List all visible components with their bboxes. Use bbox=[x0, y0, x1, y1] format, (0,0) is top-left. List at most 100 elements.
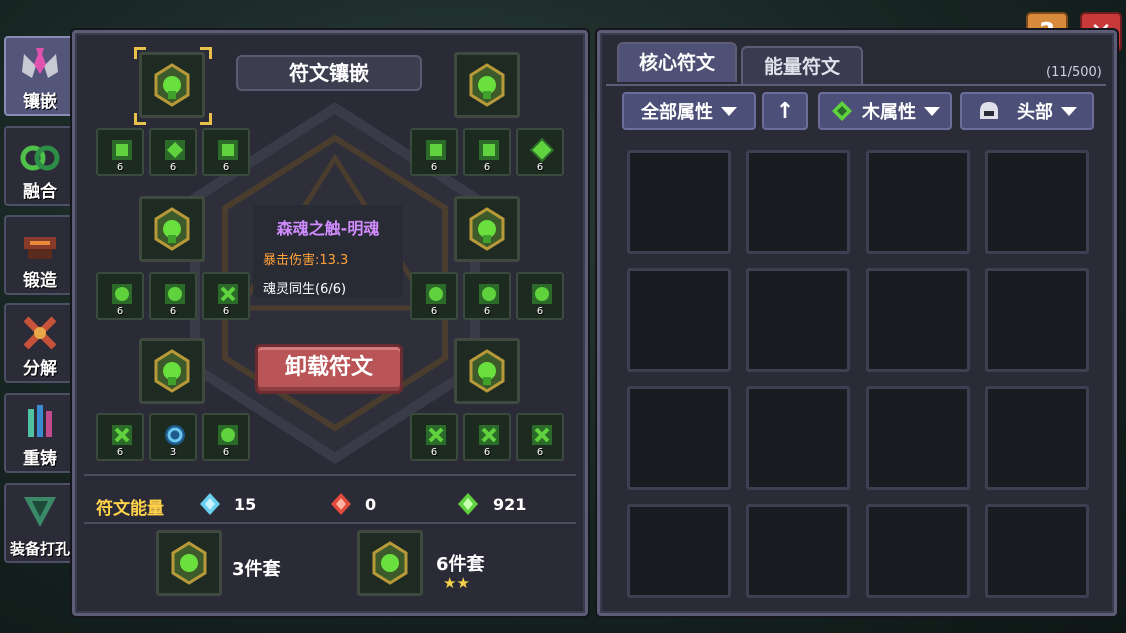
core-rune-slot[interactable] bbox=[139, 52, 205, 118]
forest-rune-icon bbox=[469, 63, 505, 107]
forest-rune-icon bbox=[469, 349, 505, 393]
rune-level: 6 bbox=[169, 162, 177, 173]
blue-energy-icon bbox=[200, 493, 220, 515]
sidebar-item-label: 锻造 bbox=[23, 271, 57, 291]
green-energy-icon bbox=[458, 493, 478, 515]
tab-underline bbox=[606, 84, 1106, 86]
sidebar-item-inlay[interactable]: 镶嵌 bbox=[4, 36, 76, 116]
energy-rune-slot[interactable]: 6 bbox=[516, 413, 564, 461]
sidebar-item-label: 重铸 bbox=[23, 449, 57, 469]
rune-level: 6 bbox=[483, 447, 491, 458]
inventory-slot[interactable] bbox=[985, 386, 1089, 490]
inventory-slot[interactable] bbox=[985, 150, 1089, 254]
sidebar-item-dismantle[interactable]: 分解 bbox=[4, 303, 76, 383]
energy-rune-slot[interactable]: 6 bbox=[149, 272, 197, 320]
core-rune-slot[interactable] bbox=[454, 196, 520, 262]
rune-level: 6 bbox=[483, 162, 491, 173]
rune-set-bonus: 魂灵同生(6/6) bbox=[263, 282, 347, 297]
energy-rune-slot[interactable]: 6 bbox=[202, 128, 250, 176]
energy-rune-slot[interactable]: 6 bbox=[516, 128, 564, 176]
tab-energy-runes[interactable]: 能量符文 bbox=[741, 46, 863, 86]
green-rune-icon bbox=[479, 284, 499, 304]
rune-level: 6 bbox=[536, 162, 544, 173]
rune-level: 6 bbox=[483, 306, 491, 317]
energy-rune-slot[interactable]: 6 bbox=[96, 128, 144, 176]
inventory-slot[interactable] bbox=[866, 504, 970, 598]
sidebar-item-label: 镶嵌 bbox=[23, 92, 57, 112]
wood-element-icon bbox=[832, 101, 852, 121]
inventory-slot[interactable] bbox=[866, 150, 970, 254]
sidebar-item-forge[interactable]: 锻造 bbox=[4, 215, 76, 295]
inventory-slot[interactable] bbox=[627, 504, 731, 598]
chevron-down-icon bbox=[924, 106, 940, 116]
energy-divider bbox=[84, 522, 576, 524]
inventory-slot[interactable] bbox=[866, 386, 970, 490]
all-attributes-dropdown[interactable]: 全部属性 bbox=[622, 92, 756, 130]
rune-name: 森魂之触-明魂 bbox=[276, 219, 380, 238]
inventory-slot[interactable] bbox=[746, 386, 850, 490]
energy-label: 符文能量 bbox=[96, 499, 164, 519]
inventory-slot[interactable] bbox=[746, 268, 850, 372]
blue-energy-value: 15 bbox=[234, 495, 257, 514]
inventory-slot[interactable] bbox=[746, 150, 850, 254]
inventory-slot[interactable] bbox=[627, 386, 731, 490]
energy-rune-slot[interactable]: 6 bbox=[410, 413, 458, 461]
element-dropdown[interactable]: 木属性 bbox=[818, 92, 952, 130]
sort-button[interactable]: ↑ bbox=[762, 92, 808, 130]
green-rune-icon bbox=[532, 284, 552, 304]
rune-level: 6 bbox=[169, 306, 177, 317]
sidebar-item-socket[interactable]: 装备打孔 bbox=[4, 483, 76, 563]
energy-rune-slot[interactable]: 6 bbox=[202, 272, 250, 320]
rune-level: 6 bbox=[116, 162, 124, 173]
green-rune-icon bbox=[426, 284, 446, 304]
energy-rune-slot[interactable]: 6 bbox=[410, 128, 458, 176]
set-3-icon[interactable] bbox=[156, 530, 222, 596]
forest-rune-icon bbox=[372, 541, 408, 585]
dropdown-label: 木属性 bbox=[862, 102, 916, 123]
energy-rune-slot[interactable]: 6 bbox=[463, 413, 511, 461]
set-6-label: 6件套 bbox=[436, 554, 485, 575]
unload-rune-button[interactable]: 卸载符文 bbox=[255, 344, 403, 394]
inventory-slot[interactable] bbox=[627, 268, 731, 372]
panel-title: 符文镶嵌 bbox=[236, 55, 422, 91]
fusion-icon bbox=[20, 145, 60, 171]
energy-rune-slot[interactable]: 6 bbox=[96, 413, 144, 461]
green-rune-icon bbox=[165, 284, 185, 304]
inventory-slot[interactable] bbox=[746, 504, 850, 598]
tab-core-runes[interactable]: 核心符文 bbox=[617, 42, 737, 82]
energy-rune-slot[interactable]: 6 bbox=[149, 128, 197, 176]
core-rune-slot[interactable] bbox=[139, 338, 205, 404]
energy-rune-slot[interactable]: 6 bbox=[516, 272, 564, 320]
inventory-slot[interactable] bbox=[985, 268, 1089, 372]
red-energy-icon bbox=[331, 493, 351, 515]
set-6-icon[interactable] bbox=[357, 530, 423, 596]
inventory-slot[interactable] bbox=[866, 268, 970, 372]
blue-rune-icon bbox=[165, 425, 185, 445]
rune-level: 6 bbox=[536, 306, 544, 317]
energy-rune-slot[interactable]: 6 bbox=[463, 272, 511, 320]
energy-rune-slot[interactable]: 6 bbox=[202, 413, 250, 461]
energy-divider bbox=[84, 474, 576, 476]
inventory-slot[interactable] bbox=[627, 150, 731, 254]
green-rune-icon bbox=[218, 140, 238, 160]
green-rune-icon bbox=[218, 425, 238, 445]
core-rune-slot[interactable] bbox=[139, 196, 205, 262]
energy-rune-slot[interactable]: 6 bbox=[96, 272, 144, 320]
rune-level: 6 bbox=[116, 447, 124, 458]
energy-rune-slot[interactable]: 6 bbox=[463, 128, 511, 176]
inlay-icon bbox=[22, 48, 58, 78]
inventory-slot[interactable] bbox=[985, 504, 1089, 598]
core-rune-slot[interactable] bbox=[454, 52, 520, 118]
sidebar-item-recast[interactable]: 重铸 bbox=[4, 393, 76, 473]
forge-icon bbox=[24, 237, 56, 259]
green-rune-icon bbox=[112, 425, 132, 445]
energy-rune-slot[interactable]: 3 bbox=[149, 413, 197, 461]
slot-dropdown[interactable]: 头部 bbox=[960, 92, 1094, 130]
energy-rune-slot[interactable]: 6 bbox=[410, 272, 458, 320]
green-rune-icon bbox=[165, 140, 185, 160]
green-rune-icon bbox=[426, 140, 446, 160]
core-rune-slot[interactable] bbox=[454, 338, 520, 404]
set-3-label: 3件套 bbox=[232, 559, 281, 580]
green-rune-icon bbox=[532, 425, 552, 445]
sidebar-item-fusion[interactable]: 融合 bbox=[4, 126, 76, 206]
